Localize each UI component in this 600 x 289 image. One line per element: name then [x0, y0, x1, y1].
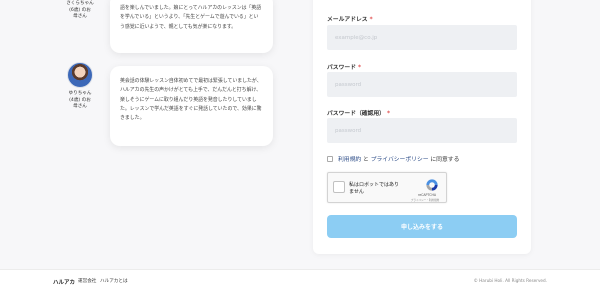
- password-confirm-field[interactable]: [327, 118, 517, 143]
- password-field[interactable]: [327, 72, 517, 97]
- testimonial-name: さくらちゃん (6歳) のお 母さん: [66, 1, 94, 20]
- password-label: パスワード *: [327, 65, 362, 71]
- recaptcha-terms[interactable]: プライバシー・利用規約: [407, 198, 443, 202]
- agree-suffix: に同意する: [428, 157, 460, 163]
- footer-copyright: © Harubi Holi. All Rights Reserved.: [473, 278, 547, 283]
- password-confirm-label: パスワード（確認用） *: [327, 111, 391, 117]
- recaptcha-brand: reCAPTCHA: [417, 193, 437, 197]
- email-label: メールアドレス *: [327, 17, 373, 23]
- recaptcha-widget: 私はロボットではありません reCAPTCHA プライバシー・利用規約: [327, 172, 447, 203]
- footer-logo[interactable]: ハルアカ: [53, 278, 75, 286]
- testimonial-card: ゆりちゃん (4歳) のお 母さん 英会話の体験レッスン自体初めてで最初は緊張し…: [60, 62, 280, 146]
- agree-text: 利用規約 と プライバシーポリシー に同意する: [338, 154, 459, 163]
- footer-about-link[interactable]: ハルアカとは: [100, 278, 128, 284]
- testimonial-user: さくらちゃん (6歳) のお 母さん: [60, 1, 100, 21]
- privacy-link[interactable]: プライバシーポリシー: [371, 157, 429, 163]
- recaptcha-label: 私はロボットではありません: [349, 182, 400, 195]
- footer: ハルアカ 運営会社 ハルアカとは © Harubi Holi. All Righ…: [0, 269, 600, 289]
- footer-company-link[interactable]: 運営会社: [78, 278, 96, 284]
- testimonial-text: 英会話の体験レッスン自体初めてで最初は緊張していましたが、ハルアカの先生の声かけ…: [110, 66, 273, 146]
- recaptcha-checkbox[interactable]: [333, 181, 345, 193]
- agree-row: 利用規約 と プライバシーポリシー に同意する: [327, 154, 459, 163]
- email-field[interactable]: [327, 25, 517, 50]
- testimonial-user: ゆりちゃん (4歳) のお 母さん: [60, 62, 100, 111]
- testimonial-name: ゆりちゃん (4歳) のお 母さん: [68, 91, 92, 110]
- avatar: [67, 62, 93, 88]
- submit-button[interactable]: 申し込みをする: [327, 215, 517, 238]
- recaptcha-icon: [426, 179, 438, 191]
- agree-and: と: [361, 157, 371, 163]
- testimonial-card: さくらちゃん (6歳) のお 母さん 語を楽しんでいました。娘にとってハルアカの…: [60, 0, 280, 53]
- testimonial-text: 語を楽しんでいました。娘にとってハルアカのレッスンは「英語を学んでいる」というよ…: [110, 0, 273, 53]
- terms-link[interactable]: 利用規約: [338, 157, 361, 163]
- agree-checkbox[interactable]: [327, 155, 333, 162]
